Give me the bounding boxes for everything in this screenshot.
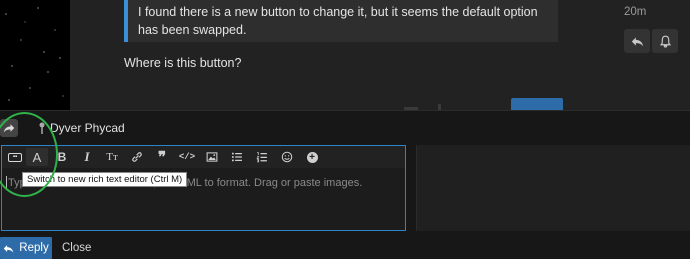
reply-to-user[interactable]: Dyver Phycad: [38, 121, 125, 135]
numbered-list-icon: [256, 152, 267, 163]
submit-reply-button[interactable]: Reply: [0, 237, 52, 259]
plus-circle-icon: +: [306, 151, 318, 163]
post-quote: I found there is a new button to change …: [124, 0, 558, 42]
font-style-button[interactable]: A: [26, 148, 48, 166]
reply-icon: [631, 36, 643, 46]
link-button[interactable]: [126, 148, 148, 166]
italic-button[interactable]: I: [76, 148, 98, 166]
heading-button[interactable]: Tт: [101, 148, 123, 166]
code-button[interactable]: </>: [176, 148, 198, 166]
close-composer-link[interactable]: Close: [62, 242, 91, 254]
bullet-list-button[interactable]: [226, 148, 248, 166]
composer-actions: Reply Close: [0, 237, 91, 259]
toggle-pill-icon: ▪▪: [8, 152, 22, 162]
toggle-editor-tooltip: Switch to new rich text editor (Ctrl M): [22, 172, 188, 187]
composer: Dyver Phycad ▪▪ A B I Tт ❞ </> + Typ de,…: [0, 110, 690, 259]
image-icon: [206, 152, 218, 162]
bell-icon: [659, 35, 671, 48]
blockquote-button[interactable]: ❞: [151, 148, 173, 166]
emoji-icon: [281, 151, 293, 163]
post-area: I found there is a new button to change …: [0, 0, 690, 110]
bold-button[interactable]: B: [51, 148, 73, 166]
link-icon: [132, 152, 142, 162]
user-avatar-background: [0, 0, 70, 110]
post-timestamp[interactable]: 20m: [624, 6, 646, 18]
post-reply-button[interactable]: [624, 29, 650, 53]
editor-toolbar: ▪▪ A B I Tт ❞ </> +: [2, 146, 405, 168]
post-body: Where is this button?: [124, 56, 242, 70]
composer-preview: [416, 145, 690, 231]
reply-icon: [3, 244, 14, 253]
obscured-primary-button: [511, 98, 563, 110]
discourse-topic-page: I found there is a new button to change …: [0, 0, 690, 259]
toggle-editor-mode-button[interactable]: ▪▪: [6, 148, 24, 166]
numbered-list-button[interactable]: [251, 148, 273, 166]
pin-icon: [39, 122, 45, 134]
composer-reply-to: Dyver Phycad: [0, 117, 125, 139]
text-cursor: [6, 176, 7, 188]
reply-to-username: Dyver Phycad: [50, 121, 125, 135]
bullet-list-icon: [231, 152, 242, 162]
post-quote-text: I found there is a new button to change …: [138, 5, 538, 37]
post-notify-button[interactable]: [652, 29, 678, 53]
emoji-button[interactable]: [276, 148, 298, 166]
reply-to-options-button[interactable]: [0, 119, 18, 137]
editor-box: ▪▪ A B I Tт ❞ </> + Typ de, or HTML to f…: [1, 145, 406, 231]
share-arrow-icon: [3, 124, 15, 133]
reply-button-label: Reply: [19, 242, 49, 254]
more-options-button[interactable]: +: [301, 148, 323, 166]
image-button[interactable]: [201, 148, 223, 166]
